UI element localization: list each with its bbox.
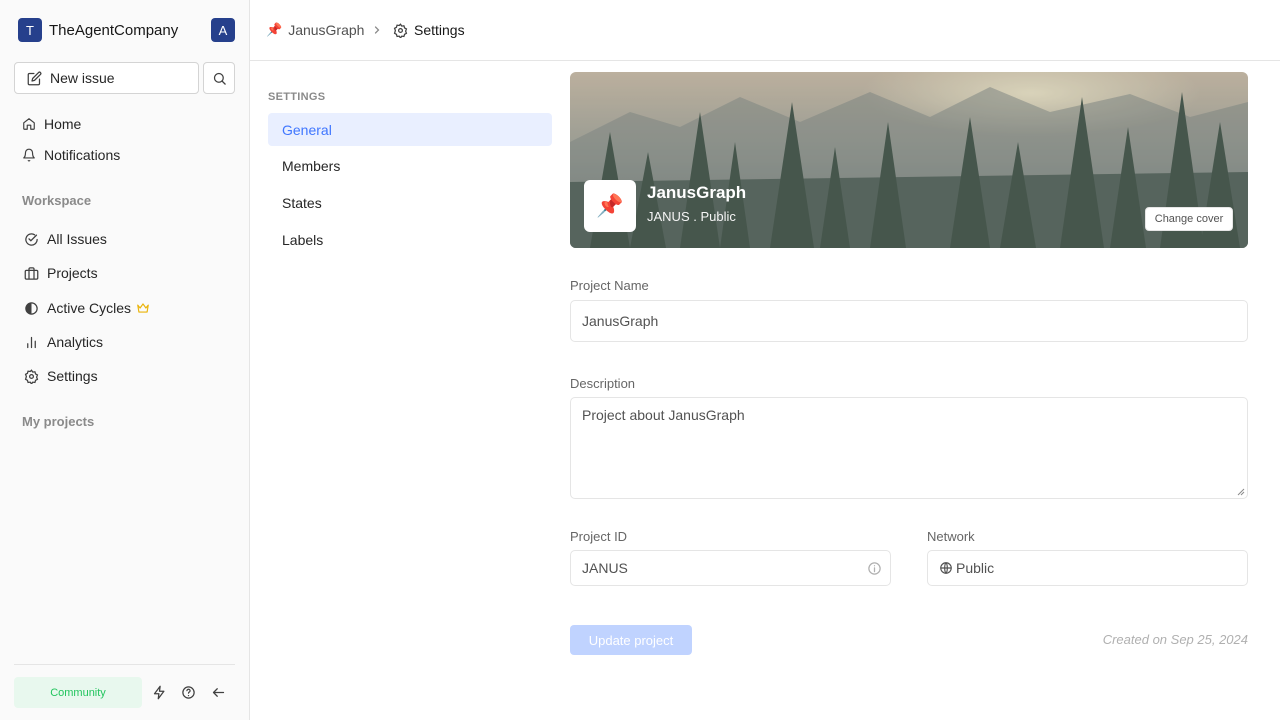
resize-grip-icon[interactable] (1237, 488, 1245, 496)
crown-icon (137, 303, 149, 313)
sidebar-item-home[interactable]: Home (22, 112, 81, 136)
check-circle-icon (25, 232, 38, 246)
avatar[interactable]: A (211, 18, 235, 42)
top-bar: 📌 JanusGraph Settings (250, 0, 1280, 61)
help-button[interactable] (180, 684, 196, 700)
bar-chart-icon (27, 336, 36, 348)
change-cover-button[interactable]: Change cover (1145, 207, 1233, 231)
new-issue-button[interactable]: New issue (14, 62, 199, 94)
project-id-input[interactable]: JANUS (570, 550, 891, 586)
project-id-value: JANUS (582, 560, 628, 576)
contrast-icon (25, 301, 38, 315)
workspace-switcher[interactable]: T TheAgentCompany A (18, 18, 235, 42)
sidebar-item-label: Settings (47, 368, 98, 384)
project-name-value: JanusGraph (582, 313, 659, 329)
settings-nav-general[interactable]: General (268, 113, 552, 146)
settings-section-label: SETTINGS (268, 91, 326, 103)
sidebar-item-label: Notifications (44, 147, 121, 163)
breadcrumb-project-label: JanusGraph (288, 22, 365, 38)
search-icon (213, 72, 226, 85)
sidebar-item-settings[interactable]: Settings (24, 364, 98, 388)
gear-icon (393, 22, 408, 38)
pin-icon: 📌 (266, 22, 283, 37)
project-title: JanusGraph (647, 183, 747, 202)
gear-icon (24, 368, 39, 384)
project-id-label: Project ID (570, 529, 628, 544)
project-name-label: Project Name (570, 278, 649, 293)
sidebar-item-label: Active Cycles (47, 300, 132, 316)
workspace-name: TheAgentCompany (49, 21, 179, 39)
sidebar-item-label: Analytics (47, 334, 104, 350)
project-subtitle: JANUS . Public (647, 209, 736, 224)
settings-nav-states[interactable]: States (268, 186, 552, 219)
update-project-button[interactable]: Update project (570, 625, 692, 655)
home-icon (23, 118, 35, 130)
network-select[interactable]: Public (927, 550, 1248, 586)
sidebar-footer-divider (14, 664, 235, 665)
chevron-right-icon (371, 21, 389, 39)
project-emoji-icon[interactable]: 📌 (584, 180, 636, 232)
search-button[interactable] (203, 62, 235, 94)
sidebar-item-notifications[interactable]: Notifications (22, 143, 120, 167)
arrow-left-icon (212, 687, 224, 697)
lightning-button[interactable] (151, 684, 167, 700)
sidebar: T TheAgentCompany A New issue Home Notif… (0, 0, 250, 720)
sidebar-item-label: All Issues (47, 231, 107, 247)
info-icon[interactable] (867, 561, 882, 576)
my-projects-label[interactable]: My projects (22, 414, 94, 429)
help-icon (181, 685, 195, 699)
project-name-input[interactable]: JanusGraph (570, 300, 1248, 342)
new-issue-label: New issue (50, 70, 115, 86)
workspace-section-label[interactable]: Workspace (22, 193, 91, 208)
breadcrumb-settings-label: Settings (414, 22, 465, 38)
lightning-icon (153, 685, 164, 699)
sidebar-item-analytics[interactable]: Analytics (24, 330, 103, 354)
breadcrumb-settings: Settings (393, 21, 465, 39)
bell-icon (23, 148, 35, 162)
created-date-text: Created on Sep 25, 2024 (1102, 632, 1248, 647)
sidebar-item-label: Projects (47, 265, 98, 281)
sidebar-item-active-cycles[interactable]: Active Cycles (24, 296, 150, 320)
sidebar-item-label: Home (44, 116, 82, 132)
sidebar-item-all-issues[interactable]: All Issues (24, 227, 107, 251)
description-value: Project about JanusGraph (582, 407, 745, 423)
briefcase-icon (24, 266, 39, 280)
collapse-sidebar-button[interactable] (210, 684, 226, 700)
description-textarea[interactable]: Project about JanusGraph (570, 397, 1248, 499)
description-label: Description (570, 376, 636, 391)
network-label: Network (927, 529, 975, 544)
sidebar-item-projects[interactable]: Projects (24, 261, 98, 285)
globe-icon (940, 562, 952, 574)
breadcrumb-project[interactable]: 📌 JanusGraph (266, 21, 364, 39)
workspace-logo: T (18, 18, 42, 42)
network-value: Public (956, 560, 995, 576)
settings-nav-labels[interactable]: Labels (268, 223, 552, 256)
settings-nav-members[interactable]: Members (268, 149, 552, 182)
edit-icon (27, 71, 42, 85)
community-badge[interactable]: Community (14, 677, 142, 708)
